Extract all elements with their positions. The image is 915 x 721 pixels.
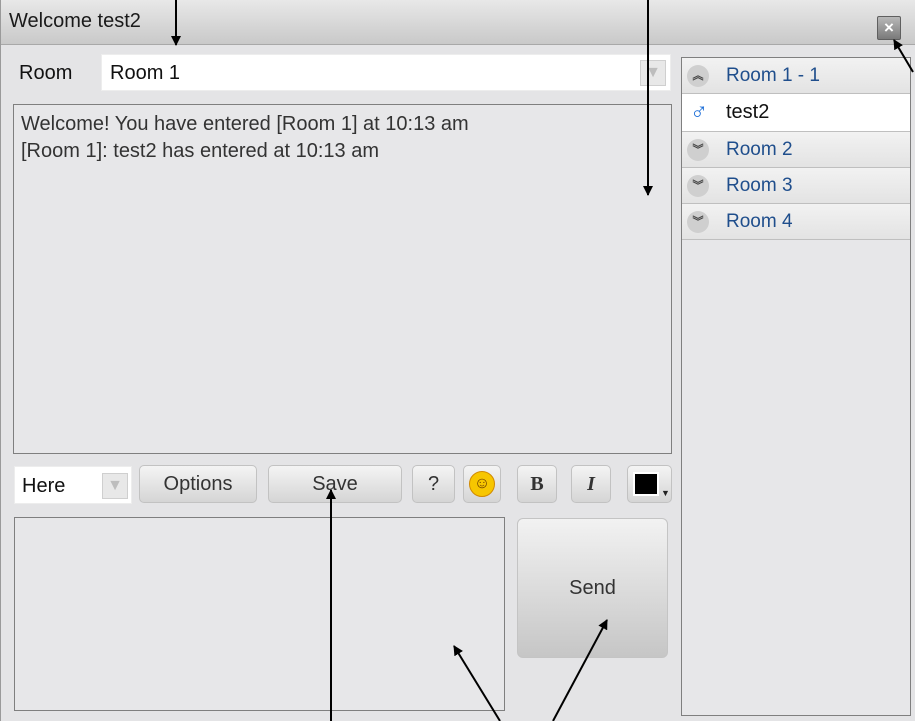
help-button[interactable]: ? bbox=[412, 465, 455, 503]
target-select[interactable]: Here ▼ bbox=[14, 466, 132, 504]
smiley-icon: ☺ bbox=[469, 471, 495, 497]
close-icon[interactable]: × bbox=[877, 16, 901, 40]
room-item-room-3[interactable]: ︾ Room 3 bbox=[682, 168, 910, 204]
bold-button[interactable]: B bbox=[517, 465, 557, 503]
room-select-value: Room 1 bbox=[110, 62, 181, 84]
room-name: Room 1 - 1 bbox=[726, 65, 820, 86]
room-item-room-1-1[interactable]: ︽ Room 1 - 1 bbox=[682, 58, 910, 94]
room-name: Room 3 bbox=[726, 175, 793, 196]
italic-button[interactable]: I bbox=[571, 465, 611, 503]
options-button[interactable]: Options bbox=[139, 465, 257, 503]
room-label: Room bbox=[19, 62, 73, 84]
color-picker-button[interactable]: ▼ bbox=[627, 465, 672, 503]
chat-window: Welcome test2 × Room Room 1 ▼ Welcome! Y… bbox=[0, 0, 915, 721]
message-log[interactable]: Welcome! You have entered [Room 1] at 10… bbox=[13, 104, 672, 454]
chevron-down-icon[interactable]: ▼ bbox=[102, 473, 128, 499]
chevron-down-icon[interactable]: ︾ bbox=[687, 211, 709, 233]
room-item-room-4[interactable]: ︾ Room 4 bbox=[682, 204, 910, 240]
save-button[interactable]: Save bbox=[268, 465, 402, 503]
user-item-test2[interactable]: ♂ test2 bbox=[682, 94, 910, 132]
male-icon: ♂ bbox=[690, 98, 708, 125]
emoticon-button[interactable]: ☺ bbox=[463, 465, 501, 503]
room-name: Room 2 bbox=[726, 139, 793, 160]
message-line: Welcome! You have entered [Room 1] at 10… bbox=[21, 113, 469, 135]
chevron-down-icon[interactable]: ︾ bbox=[687, 139, 709, 161]
window-title: Welcome test2 bbox=[9, 10, 141, 32]
message-input[interactable] bbox=[14, 517, 505, 711]
chevron-down-icon[interactable]: ▼ bbox=[640, 60, 666, 86]
user-name: test2 bbox=[726, 101, 770, 123]
target-select-value: Here bbox=[22, 475, 66, 497]
chevron-down-icon: ▼ bbox=[661, 488, 670, 498]
color-swatch-icon bbox=[633, 472, 659, 496]
chevron-up-icon[interactable]: ︽ bbox=[687, 65, 709, 87]
room-list: ︽ Room 1 - 1 ♂ test2 ︾ Room 2 ︾ Room 3 ︾… bbox=[681, 57, 911, 716]
title-bar[interactable]: Welcome test2 × bbox=[1, 0, 915, 45]
room-select[interactable]: Room 1 ▼ bbox=[101, 54, 671, 91]
room-item-room-2[interactable]: ︾ Room 2 bbox=[682, 132, 910, 168]
chevron-down-icon[interactable]: ︾ bbox=[687, 175, 709, 197]
room-name: Room 4 bbox=[726, 211, 793, 232]
message-line: [Room 1]: test2 has entered at 10:13 am bbox=[21, 140, 379, 162]
send-button[interactable]: Send bbox=[517, 518, 668, 658]
